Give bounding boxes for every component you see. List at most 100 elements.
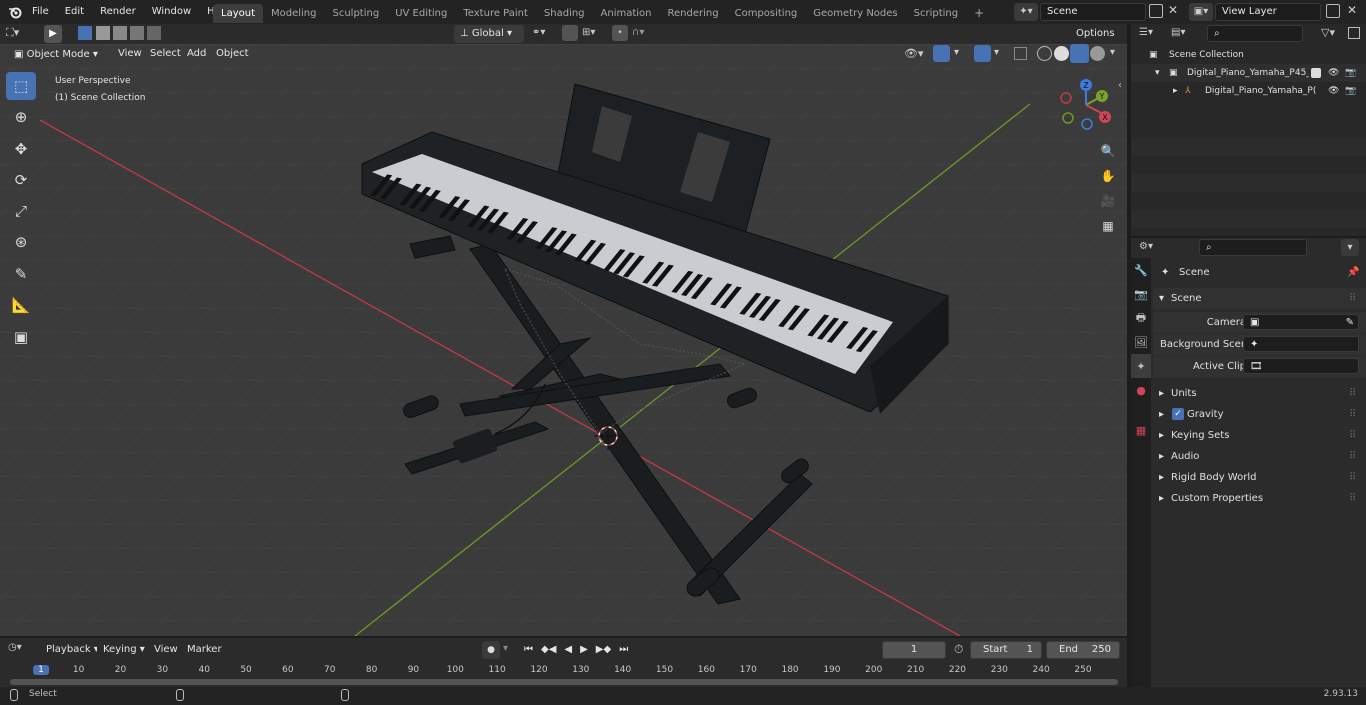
solid-shading-icon[interactable] [1054, 46, 1069, 61]
selection-mode-set-icon[interactable] [78, 26, 92, 40]
tab-modeling[interactable]: Modeling [263, 4, 325, 23]
expand-arrow-icon[interactable]: ▾ [1155, 64, 1160, 82]
pan-hand-icon[interactable]: ✋ [1097, 165, 1119, 187]
material-shading-icon[interactable] [1070, 44, 1089, 63]
camera-view-icon[interactable]: 🎥 [1097, 190, 1119, 212]
play-reverse-icon[interactable]: ◀ [560, 641, 577, 659]
scene-name-field[interactable]: Scene [1040, 3, 1146, 21]
blender-logo-icon[interactable] [8, 5, 22, 19]
keying-dropdown[interactable]: Keying ▾ [97, 641, 151, 659]
rigid-body-world-panel-header[interactable]: ▸ Rigid Body World ⠿ [1153, 467, 1366, 488]
new-view-layer-icon[interactable] [1326, 4, 1340, 18]
end-frame-field[interactable]: End 250 [1046, 641, 1120, 659]
options-dropdown[interactable]: Options ▾ [1070, 25, 1124, 57]
outliner-row-scene-collection[interactable]: ▣ Scene Collection [1131, 46, 1366, 64]
view-layer-icon[interactable]: ▣▾ [1189, 3, 1213, 21]
gizmo-dropdown-icon[interactable]: ▾ [954, 47, 959, 58]
expand-arrow-icon[interactable]: ▸ [1173, 82, 1178, 100]
proportional-edit-icon[interactable]: • [612, 25, 628, 41]
overlays-dropdown-icon[interactable]: ▾ [994, 47, 999, 58]
units-panel-header[interactable]: ▸ Units ⠿ [1153, 383, 1366, 404]
object-mode-dropdown[interactable]: ▣ Object Mode ▾ [8, 46, 106, 64]
select-box-icon[interactable]: ▶ [44, 25, 62, 43]
output-tab-icon[interactable]: 🖶 [1131, 306, 1151, 330]
snap-icon[interactable] [562, 25, 578, 41]
menu-render[interactable]: Render [92, 0, 144, 24]
new-collection-icon[interactable] [1348, 27, 1360, 39]
wireframe-shading-icon[interactable] [1037, 46, 1052, 61]
new-scene-icon[interactable] [1149, 4, 1163, 18]
tab-geometry-nodes[interactable]: Geometry Nodes [805, 4, 905, 23]
jump-end-icon[interactable]: ⏭ [615, 641, 633, 659]
preview-range-icon[interactable]: ⏱ [954, 642, 963, 657]
render-camera-icon[interactable]: 📷 [1345, 82, 1356, 100]
custom-properties-panel-header[interactable]: ▸ Custom Properties ⠿ [1153, 488, 1366, 509]
outliner-row-collection[interactable]: ▾ ▣ Digital_Piano_Yamaha_P45_S 👁 📷 [1131, 64, 1366, 82]
overlays-icon[interactable] [974, 45, 991, 62]
jump-start-icon[interactable]: ⏮ [520, 641, 537, 659]
move-tool-icon[interactable]: ✥ [6, 135, 36, 163]
pivot-point-icon[interactable]: ⚭▾ [532, 27, 545, 38]
tab-compositing[interactable]: Compositing [727, 4, 806, 23]
rotate-tool-icon[interactable]: ⟳ [6, 166, 36, 194]
tab-rendering[interactable]: Rendering [660, 4, 727, 23]
annotate-tool-icon[interactable]: ✎ [6, 260, 36, 288]
cursor-tool-icon[interactable]: ⊕ [6, 103, 36, 131]
grid-view-icon[interactable]: ▦ [1097, 215, 1119, 237]
add-cube-tool-icon[interactable]: ▣ [6, 323, 36, 351]
play-icon[interactable]: ▶ [576, 641, 592, 659]
render-camera-icon[interactable]: 📷 [1345, 64, 1356, 82]
drag-handle-icon[interactable]: ⠿ [1349, 288, 1356, 309]
sidebar-toggle-icon[interactable]: ‹ [1118, 80, 1122, 91]
shading-dropdown-icon[interactable]: ▾ [1110, 47, 1115, 58]
tab-animation[interactable]: Animation [593, 4, 660, 23]
prev-keyframe-icon[interactable]: ◆◀ [537, 641, 561, 659]
render-tab-icon[interactable]: 📷 [1131, 282, 1151, 306]
outliner-row-object[interactable]: ▸ ⅄ Digital_Piano_Yamaha_P( 👁 📷 [1131, 82, 1366, 100]
next-keyframe-icon[interactable]: ▶◆ [591, 641, 616, 659]
transform-tool-icon[interactable]: ⊛ [6, 228, 36, 256]
tool-tab-icon[interactable]: 🔧 [1131, 258, 1151, 282]
selection-mode-intersect-icon[interactable] [147, 26, 161, 40]
outliner-editor-icon[interactable]: ☰▾ [1139, 27, 1153, 38]
menu-window[interactable]: Window [144, 0, 199, 24]
filter-icon[interactable]: ▽▾ [1321, 26, 1335, 39]
delete-scene-icon[interactable]: ✕ [1168, 3, 1178, 17]
tab-uv-editing[interactable]: UV Editing [387, 4, 455, 23]
scene-panel-header[interactable]: ▾ Scene ⠿ [1153, 288, 1366, 309]
display-mode-icon[interactable]: ▤▾ [1171, 27, 1185, 38]
drag-handle-icon[interactable]: ⠿ [1349, 404, 1356, 425]
selection-mode-subtract-icon[interactable] [113, 26, 127, 40]
gravity-panel-header[interactable]: ▸ ✓ Gravity ⠿ [1153, 404, 1366, 425]
active-clip-field[interactable]: 🎞 [1243, 358, 1359, 374]
keying-sets-panel-header[interactable]: ▸ Keying Sets ⠿ [1153, 425, 1366, 446]
editor-type-icon[interactable]: ⛶▾ [6, 26, 19, 40]
visibility-icon[interactable]: 👁▾ [904, 47, 924, 60]
tab-texture-paint[interactable]: Texture Paint [455, 4, 536, 23]
add-workspace-icon[interactable]: + [966, 4, 992, 23]
record-icon[interactable]: ● [482, 641, 500, 659]
gizmo-icon[interactable] [933, 45, 950, 62]
camera-field[interactable]: ▣ ✎ [1243, 314, 1359, 330]
pin-icon[interactable]: 📌 [1347, 262, 1359, 283]
drag-handle-icon[interactable]: ⠿ [1349, 383, 1356, 404]
menu-edit[interactable]: Edit [57, 0, 92, 24]
timeline-editor-icon[interactable]: ◷▾ [8, 642, 22, 653]
drag-handle-icon[interactable]: ⠿ [1349, 425, 1356, 446]
drag-handle-icon[interactable]: ⠿ [1349, 467, 1356, 488]
snap-target-icon[interactable]: ⊞▾ [582, 27, 595, 38]
timeline-scrollbar[interactable] [10, 679, 1118, 685]
world-tab-icon[interactable]: ● [1131, 378, 1151, 402]
menu-file[interactable]: File [24, 0, 57, 24]
scene-icon[interactable]: ✦▾ [1014, 3, 1038, 21]
visibility-eye-icon[interactable]: 👁 [1328, 64, 1339, 82]
view-layer-field[interactable]: View Layer [1215, 3, 1321, 21]
3d-viewport[interactable]: Y X Z User Perspective (1) Scene Collect… [0, 44, 1127, 636]
drag-handle-icon[interactable]: ⠿ [1349, 446, 1356, 467]
selection-mode-invert-icon[interactable] [130, 26, 144, 40]
delete-view-layer-icon[interactable]: ✕ [1347, 3, 1357, 17]
exclude-checkbox[interactable] [1311, 68, 1321, 78]
menu-object[interactable]: Object [208, 42, 257, 62]
outliner-search-input[interactable]: ⌕ [1207, 25, 1303, 42]
selection-mode-extend-icon[interactable] [96, 26, 110, 40]
